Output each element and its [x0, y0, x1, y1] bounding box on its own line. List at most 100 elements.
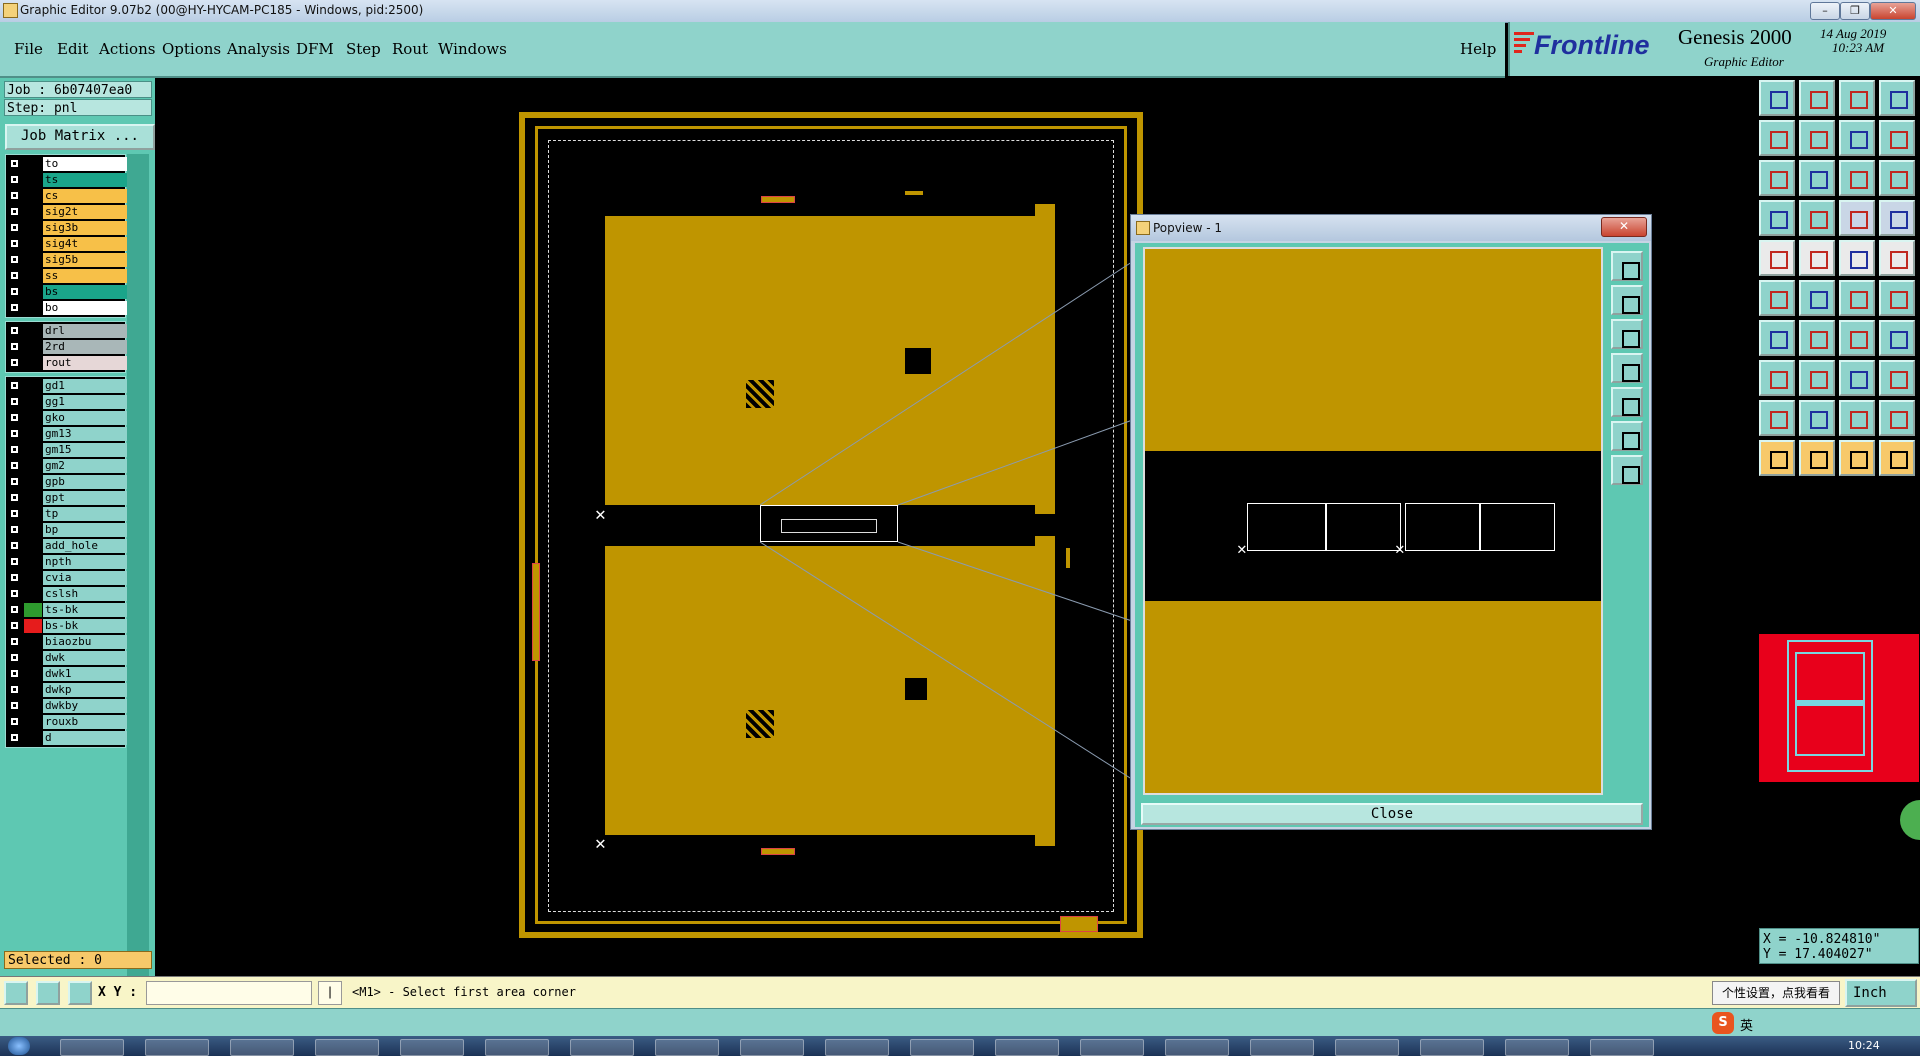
layer-checkbox[interactable]: [10, 413, 19, 422]
layer-row[interactable]: rout: [7, 355, 128, 371]
arrow-up-icon[interactable]: [1799, 400, 1835, 436]
draw-line-icon[interactable]: [1759, 320, 1795, 356]
layer-color-swatch[interactable]: [24, 237, 42, 251]
layer-name[interactable]: gm13: [43, 427, 128, 441]
layer-checkbox[interactable]: [10, 358, 19, 367]
layer-row[interactable]: gm2: [7, 458, 128, 474]
layer-color-swatch[interactable]: [24, 603, 42, 617]
layer-row[interactable]: ts: [7, 172, 128, 188]
layer-name[interactable]: bo: [43, 301, 128, 315]
layer-name[interactable]: to: [43, 157, 128, 171]
layer-row[interactable]: bs: [7, 284, 128, 300]
circle-icon[interactable]: [1879, 240, 1915, 276]
flip-icon[interactable]: [1839, 120, 1875, 156]
layer-name[interactable]: dwkby: [43, 699, 128, 713]
taskbar-app-button[interactable]: [1505, 1039, 1569, 1056]
layer-checkbox[interactable]: [10, 326, 19, 335]
layer-row[interactable]: gm15: [7, 442, 128, 458]
layer-color-swatch[interactable]: [24, 491, 42, 505]
layer-list-scrollbar[interactable]: [127, 154, 149, 1024]
layer-color-swatch[interactable]: [24, 221, 42, 235]
measure-icon[interactable]: [1759, 200, 1795, 236]
layer-row[interactable]: ts-bk: [7, 602, 128, 618]
layer-name[interactable]: gm2: [43, 459, 128, 473]
layer-checkbox[interactable]: [10, 342, 19, 351]
layer-name[interactable]: cs: [43, 189, 128, 203]
triangle-icon[interactable]: [1759, 400, 1795, 436]
layer-name[interactable]: drl: [43, 324, 128, 338]
grid-icon[interactable]: [1799, 200, 1835, 236]
pan-right-icon[interactable]: [1799, 120, 1835, 156]
layer-checkbox[interactable]: [10, 175, 19, 184]
layer-color-swatch[interactable]: [24, 356, 42, 370]
layer-checkbox[interactable]: [10, 191, 19, 200]
layer-row[interactable]: sig2t: [7, 204, 128, 220]
start-button-icon[interactable]: [8, 1037, 30, 1055]
layer-row[interactable]: rouxb: [7, 714, 128, 730]
slope-icon[interactable]: [1799, 320, 1835, 356]
layer-checkbox[interactable]: [10, 509, 19, 518]
layer-color-swatch[interactable]: [24, 555, 42, 569]
popview-pan-right-icon[interactable]: [1611, 387, 1643, 417]
units-toggle[interactable]: Inch: [1845, 979, 1917, 1007]
layer-row[interactable]: to: [7, 156, 128, 172]
measure-icon[interactable]: [36, 981, 60, 1005]
layer-name[interactable]: bp: [43, 523, 128, 537]
menu-file[interactable]: File: [14, 40, 43, 58]
layer-color-swatch[interactable]: [24, 539, 42, 553]
menu-analysis[interactable]: Analysis: [227, 40, 290, 58]
layer-row[interactable]: sig4t: [7, 236, 128, 252]
layer-checkbox[interactable]: [10, 477, 19, 486]
layer-name[interactable]: rout: [43, 356, 128, 370]
layer-row[interactable]: 2rd: [7, 339, 128, 355]
layer-name[interactable]: tp: [43, 507, 128, 521]
popview-fit-icon[interactable]: [1611, 421, 1643, 451]
select-box-icon[interactable]: [1799, 440, 1835, 476]
popview-zoom-out-icon[interactable]: [1611, 319, 1643, 349]
layer-name[interactable]: 2rd: [43, 340, 128, 354]
taskbar-app-button[interactable]: [740, 1039, 804, 1056]
shape-icon[interactable]: [1879, 360, 1915, 396]
zoom-in-icon[interactable]: [1799, 80, 1835, 116]
layer-color-swatch[interactable]: [24, 379, 42, 393]
taskbar-app-button[interactable]: [485, 1039, 549, 1056]
layer-color-swatch[interactable]: [24, 523, 42, 537]
layer-row[interactable]: tp: [7, 506, 128, 522]
layer-checkbox[interactable]: [10, 525, 19, 534]
layer-row[interactable]: gko: [7, 410, 128, 426]
layer-checkbox[interactable]: [10, 461, 19, 470]
layer-color-swatch[interactable]: [24, 173, 42, 187]
select-path-icon[interactable]: [1879, 440, 1915, 476]
fit-screen-icon[interactable]: [1759, 160, 1795, 196]
layer-row[interactable]: gpt: [7, 490, 128, 506]
ime-mode[interactable]: 英: [1740, 1015, 1753, 1034]
layer-row[interactable]: bp: [7, 522, 128, 538]
scale-icon[interactable]: [1839, 160, 1875, 196]
layer-row[interactable]: bo: [7, 300, 128, 316]
layer-color-swatch[interactable]: [24, 459, 42, 473]
layer-color-swatch[interactable]: [24, 683, 42, 697]
popview-close-x-button[interactable]: ✕: [1601, 217, 1647, 237]
layer-name[interactable]: ts: [43, 173, 128, 187]
layer-color-swatch[interactable]: [24, 205, 42, 219]
pan-left-icon[interactable]: [1759, 120, 1795, 156]
layer-checkbox[interactable]: [10, 493, 19, 502]
layer-color-swatch[interactable]: [24, 427, 42, 441]
layer-color-swatch[interactable]: [24, 715, 42, 729]
xy-input[interactable]: [146, 981, 312, 1005]
layer-checkbox[interactable]: [10, 717, 19, 726]
layer-checkbox[interactable]: [10, 445, 19, 454]
layer-row[interactable]: drl: [7, 323, 128, 339]
layer-compare-icon[interactable]: [1839, 200, 1875, 236]
layer-checkbox[interactable]: [10, 637, 19, 646]
layer-checkbox[interactable]: [10, 653, 19, 662]
menu-windows[interactable]: Windows: [438, 40, 507, 58]
layer-name[interactable]: d: [43, 731, 128, 745]
taskbar-app-button[interactable]: [1335, 1039, 1399, 1056]
menu-help[interactable]: Help: [1460, 40, 1496, 58]
layer-color-swatch[interactable]: [24, 324, 42, 338]
home-icon[interactable]: [1839, 80, 1875, 116]
layer-checkbox[interactable]: [10, 733, 19, 742]
cross-section-icon[interactable]: [1879, 200, 1915, 236]
layer-row[interactable]: bs-bk: [7, 618, 128, 634]
